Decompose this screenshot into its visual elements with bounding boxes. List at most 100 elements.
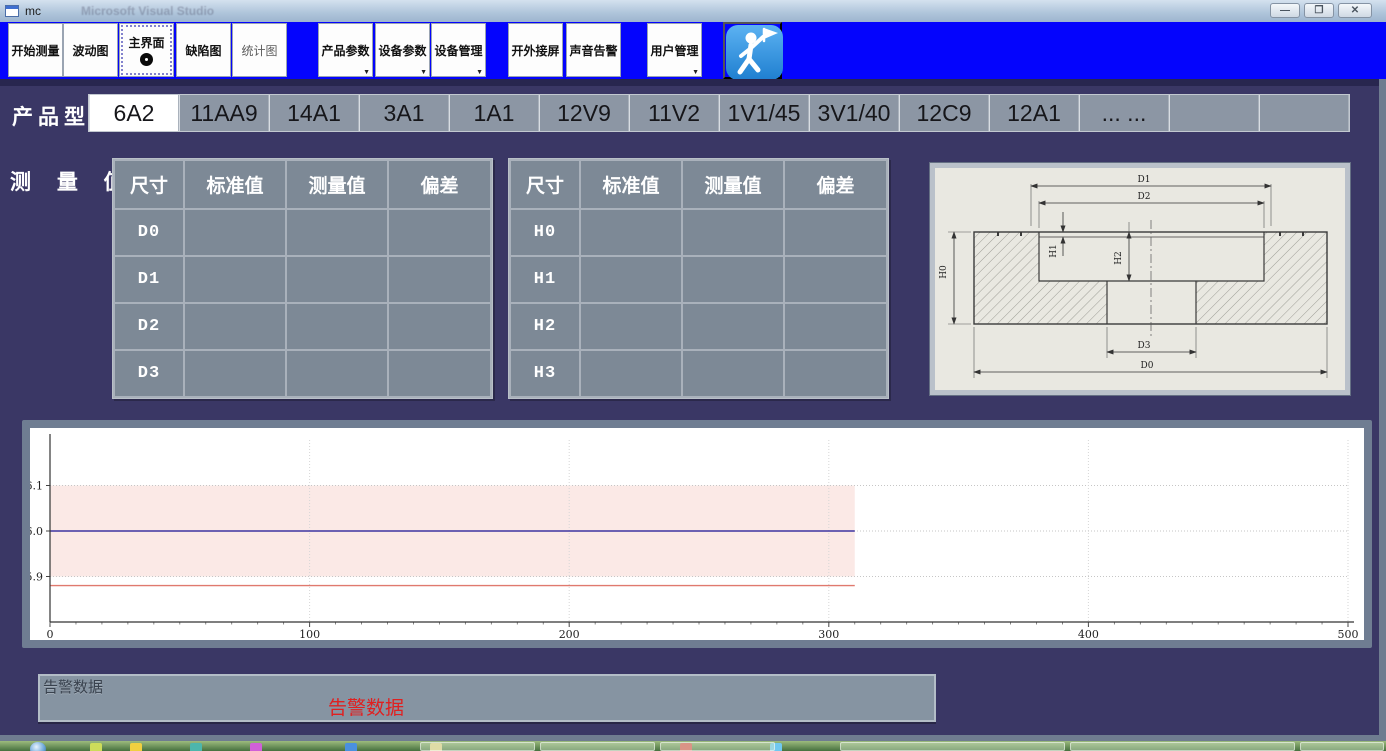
app-icon xyxy=(5,5,19,17)
background-window-title: Microsoft Visual Studio xyxy=(81,4,214,18)
product-tab[interactable]: 3V1/40 xyxy=(809,95,899,131)
measure-table-h: 尺寸 标准值 测量值 偏差 H0 H1 H2 H3 xyxy=(508,158,889,399)
toolbar-button-product-params[interactable]: 产品参数 ▼ xyxy=(318,23,373,77)
value-cell xyxy=(785,351,886,396)
svg-text:300: 300 xyxy=(818,628,839,640)
dim-label-d0: D0 xyxy=(1141,361,1154,371)
toolbar-button-defect-chart[interactable]: 缺陷图 xyxy=(176,23,231,77)
value-cell xyxy=(785,257,886,302)
svg-text:100: 100 xyxy=(299,628,320,640)
person-with-flag-icon[interactable] xyxy=(723,22,782,79)
trend-chart: 5.96.06.10100200300400500 xyxy=(30,428,1364,640)
window-title: mc xyxy=(25,4,41,18)
value-cell xyxy=(287,210,387,255)
product-tab-empty[interactable] xyxy=(1169,95,1259,131)
row-label: D1 xyxy=(115,257,183,302)
value-cell xyxy=(683,351,783,396)
value-cell xyxy=(185,257,285,302)
record-ring-icon xyxy=(140,53,153,66)
product-model-tabstrip: 6A2 11AA9 14A1 3A1 1A1 12V9 11V2 1V1/45 … xyxy=(88,94,1350,132)
taskbar-icon[interactable] xyxy=(345,743,357,751)
toolbar-button-external-screen[interactable]: 开外接屏 xyxy=(508,23,563,77)
row-label: D2 xyxy=(115,304,183,349)
product-tab[interactable]: 1A1 xyxy=(449,95,539,131)
toolbar-button-user-manage[interactable]: 用户管理 ▼ xyxy=(647,23,702,77)
value-cell xyxy=(185,304,285,349)
value-cell xyxy=(287,304,387,349)
svg-text:5.9: 5.9 xyxy=(30,571,43,584)
svg-text:200: 200 xyxy=(559,628,580,640)
row-label: H0 xyxy=(511,210,579,255)
taskbar-icon[interactable] xyxy=(190,743,202,751)
column-header: 偏差 xyxy=(389,161,490,208)
product-tab[interactable]: 6A2 xyxy=(89,95,179,131)
taskbar xyxy=(0,741,1386,751)
toolbar-button-device-manage[interactable]: 设备管理 ▼ xyxy=(431,23,486,77)
taskbar-window-button[interactable] xyxy=(660,742,775,751)
dim-label-h0: H0 xyxy=(939,265,949,279)
app-window: mc Microsoft Visual Studio — ❐ ✕ 开始测量 波动… xyxy=(0,0,1386,751)
product-tab[interactable]: 14A1 xyxy=(269,95,359,131)
measure-table-d: 尺寸 标准值 测量值 偏差 D0 D1 D2 D3 xyxy=(112,158,493,399)
value-cell xyxy=(581,210,681,255)
taskbar-icon[interactable] xyxy=(250,743,262,751)
part-drawing: D1 D2 H1 H2 H0 xyxy=(935,168,1343,388)
column-header: 测量值 xyxy=(683,161,783,208)
toolbar: 开始测量 波动图 主界面 缺陷图 统计图 产品参数 ▼ 设备参数 ▼ 设备管理 … xyxy=(0,22,1386,79)
toolbar-button-sound-alarm[interactable]: 声音告警 xyxy=(566,23,621,77)
alarm-box-caption: 告警数据 xyxy=(43,676,103,697)
alarm-message: 告警数据 xyxy=(328,693,404,720)
toolbar-button-start-measure[interactable]: 开始测量 xyxy=(8,23,63,77)
close-button[interactable]: ✕ xyxy=(1338,3,1372,18)
value-cell xyxy=(785,304,886,349)
titlebar: mc Microsoft Visual Studio — ❐ ✕ xyxy=(0,0,1386,22)
taskbar-window-button[interactable] xyxy=(420,742,535,751)
product-tab[interactable]: 1V1/45 xyxy=(719,95,809,131)
alarm-data-box: 告警数据 告警数据 xyxy=(38,674,936,722)
dim-label-d1: D1 xyxy=(1138,175,1151,185)
column-header: 测量值 xyxy=(287,161,387,208)
part-drawing-panel: D1 D2 H1 H2 H0 xyxy=(930,163,1350,395)
taskbar-window-button[interactable] xyxy=(540,742,655,751)
product-tab-empty[interactable] xyxy=(1259,95,1349,131)
column-header: 尺寸 xyxy=(115,161,183,208)
dropdown-arrow-icon: ▼ xyxy=(476,69,483,76)
column-header: 标准值 xyxy=(581,161,681,208)
row-label: H1 xyxy=(511,257,579,302)
value-cell xyxy=(683,304,783,349)
minimize-button[interactable]: — xyxy=(1270,3,1300,18)
restore-button[interactable]: ❐ xyxy=(1304,3,1334,18)
toolbar-button-statistics-chart[interactable]: 统计图 xyxy=(232,23,287,77)
dim-label-h1: H1 xyxy=(1049,244,1059,258)
dim-label-h2: H2 xyxy=(1114,251,1124,265)
svg-text:0: 0 xyxy=(47,628,54,640)
value-cell xyxy=(185,351,285,396)
window-edge xyxy=(1379,79,1386,735)
value-cell xyxy=(389,351,490,396)
product-tab[interactable]: 11V2 xyxy=(629,95,719,131)
taskbar-window-button[interactable] xyxy=(1070,742,1295,751)
column-header: 标准值 xyxy=(185,161,285,208)
taskbar-icon[interactable] xyxy=(90,743,102,751)
value-cell xyxy=(389,257,490,302)
product-tab[interactable]: 11AA9 xyxy=(179,95,269,131)
value-cell xyxy=(185,210,285,255)
value-cell xyxy=(389,304,490,349)
value-cell xyxy=(683,210,783,255)
dropdown-arrow-icon: ▼ xyxy=(363,69,370,76)
toolbar-button-device-params[interactable]: 设备参数 ▼ xyxy=(375,23,430,77)
taskbar-window-button[interactable] xyxy=(840,742,1065,751)
taskbar-icon[interactable] xyxy=(130,743,142,751)
value-cell xyxy=(581,351,681,396)
product-tab[interactable]: 12V9 xyxy=(539,95,629,131)
product-tab-more[interactable]: ... ... xyxy=(1079,95,1169,131)
taskbar-window-button[interactable] xyxy=(1300,742,1384,751)
product-tab[interactable]: 12C9 xyxy=(899,95,989,131)
product-tab[interactable]: 3A1 xyxy=(359,95,449,131)
toolbar-button-fluctuation-chart[interactable]: 波动图 xyxy=(63,23,118,77)
start-button[interactable] xyxy=(30,742,46,751)
product-tab[interactable]: 12A1 xyxy=(989,95,1079,131)
dim-label-d2: D2 xyxy=(1138,192,1151,202)
column-header: 尺寸 xyxy=(511,161,579,208)
toolbar-button-main-screen[interactable]: 主界面 xyxy=(119,23,174,77)
